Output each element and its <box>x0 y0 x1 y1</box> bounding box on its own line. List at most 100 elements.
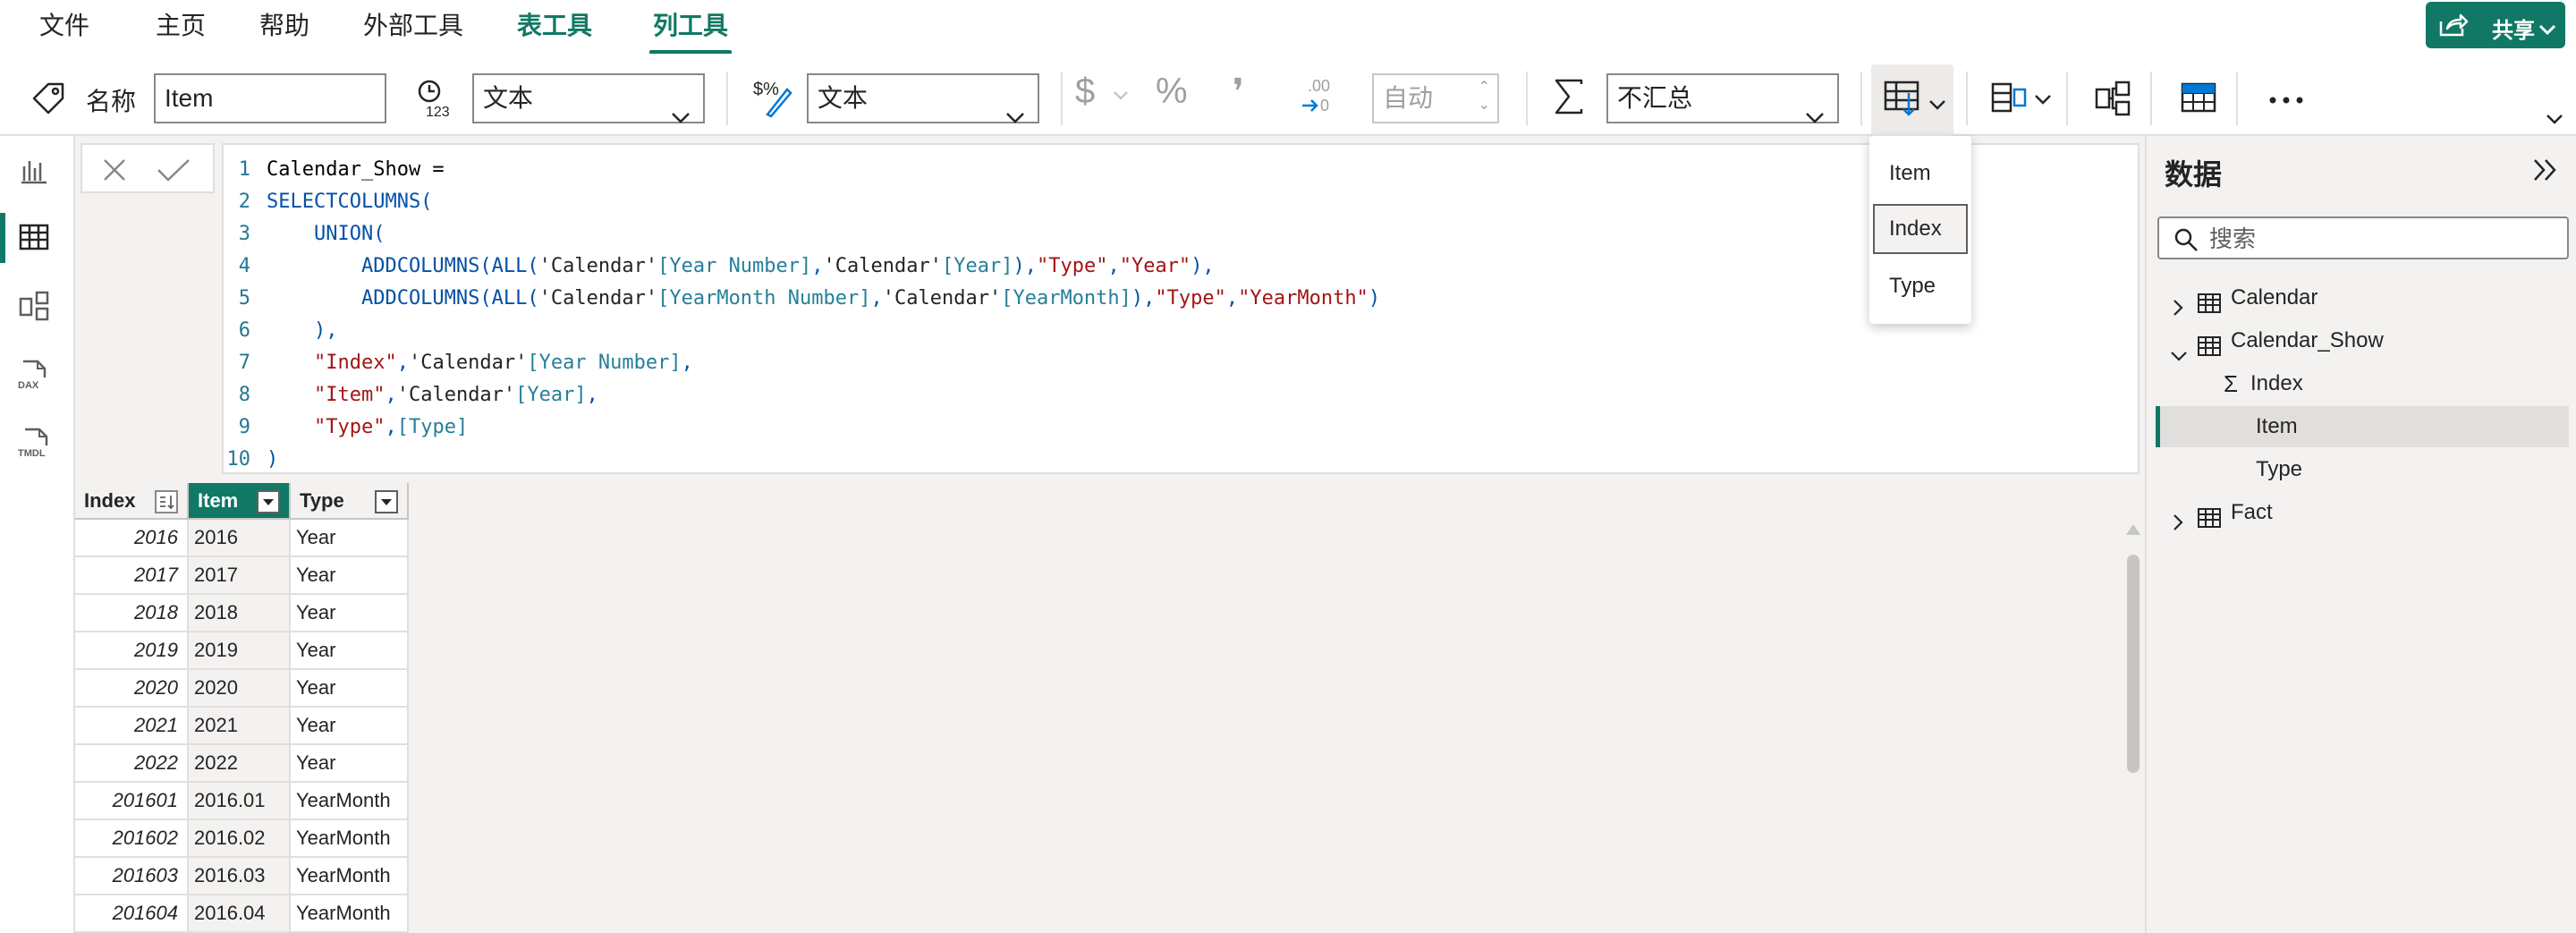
code-line: 10) <box>226 448 279 471</box>
summarization-select[interactable]: 不汇总 <box>1606 73 1839 123</box>
cell-index[interactable]: 2019 <box>75 632 189 670</box>
cell-item[interactable]: 2018 <box>188 594 291 632</box>
cell-item[interactable]: 2016 <box>188 519 291 557</box>
chevron-down-icon <box>671 93 691 140</box>
cell-index[interactable]: 201603 <box>75 857 189 895</box>
cell-item[interactable]: 2017 <box>188 556 291 595</box>
tree-table-calendar[interactable]: Calendar <box>2156 277 2569 318</box>
sort-option-index[interactable]: Index <box>1873 204 1968 254</box>
tree-label: Calendar_Show <box>2231 328 2384 352</box>
tab-column-tools[interactable]: 列工具 <box>648 11 733 55</box>
table-view-button[interactable] <box>0 204 75 272</box>
code-line: 3 UNION( <box>238 223 386 245</box>
comma-icon[interactable]: ❜ <box>1233 72 1244 113</box>
cell-index[interactable]: 2017 <box>75 556 189 595</box>
format-select[interactable]: 文本 <box>807 73 1039 123</box>
cell-type[interactable]: Year <box>290 707 409 745</box>
stepper-arrows-icon[interactable]: ⌃ ⌄ <box>1479 79 1490 115</box>
cancel-formula-icon[interactable] <box>102 157 127 182</box>
decimal-places-value: 自动 <box>1383 84 1434 112</box>
percent-icon[interactable]: % <box>1156 72 1188 112</box>
tree-table-calendar-show[interactable]: Calendar_Show <box>2156 320 2569 361</box>
scrollbar-thumb[interactable] <box>2127 555 2140 773</box>
sort-by-column-menu: Item Index Type <box>1869 136 1971 324</box>
tree-table-fact[interactable]: Fact <box>2156 492 2569 533</box>
ribbon-separator <box>2236 72 2238 125</box>
collapse-pane-icon[interactable] <box>2531 157 2560 187</box>
cell-index[interactable]: 2018 <box>75 594 189 632</box>
search-input[interactable] <box>2209 224 2549 254</box>
tree-field-index[interactable]: Σ Index <box>2156 363 2569 404</box>
cell-item[interactable]: 2016.03 <box>188 857 291 895</box>
cell-index[interactable]: 2021 <box>75 707 189 745</box>
name-label: 名称 <box>86 88 137 115</box>
cell-type[interactable]: Year <box>290 594 409 632</box>
cell-type[interactable]: Year <box>290 519 409 557</box>
tab-table-tools[interactable]: 表工具 <box>517 11 592 43</box>
tab-home[interactable]: 主页 <box>156 11 206 43</box>
cell-index[interactable]: 2022 <box>75 744 189 783</box>
cell-item[interactable]: 2020 <box>188 669 291 708</box>
cell-index[interactable]: 201602 <box>75 819 189 858</box>
cell-index[interactable]: 2020 <box>75 669 189 708</box>
sort-indicator-icon[interactable] <box>155 490 178 513</box>
tab-external-tools[interactable]: 外部工具 <box>363 11 463 43</box>
new-table-icon[interactable] <box>2181 82 2216 119</box>
decimal-places-icon[interactable]: .00 0 <box>1299 75 1340 121</box>
tab-help[interactable]: 帮助 <box>259 11 309 43</box>
code-line-7: "Index",'Calendar'[Year Number], <box>313 352 693 374</box>
column-name-input[interactable]: Item <box>154 73 386 123</box>
sort-by-column-button[interactable] <box>1871 64 1953 136</box>
tmdl-view-button[interactable]: TMDL <box>0 408 75 476</box>
code-line-5: ADDCOLUMNS(ALL('Calendar'[YearMonth Numb… <box>267 287 1381 310</box>
expand-ribbon-icon[interactable] <box>2546 113 2563 129</box>
column-header-item[interactable]: Item <box>188 483 291 520</box>
model-view-button[interactable] <box>0 272 75 340</box>
cell-type[interactable]: Year <box>290 632 409 670</box>
dax-code-editor[interactable]: 1 Calendar_Show = 2 SELECTCOLUMNS( 3 UNION… <box>222 143 2249 474</box>
cell-item[interactable]: 2019 <box>188 632 291 670</box>
decimal-places-stepper[interactable]: 自动 ⌃ ⌄ <box>1372 73 1499 123</box>
cell-type[interactable]: Year <box>290 744 409 783</box>
data-groups-icon[interactable] <box>1991 82 2027 119</box>
sort-option-item[interactable]: Item <box>1873 148 1968 199</box>
cell-type[interactable]: Year <box>290 669 409 708</box>
cell-item[interactable]: 2021 <box>188 707 291 745</box>
cell-item[interactable]: 2016.01 <box>188 782 291 820</box>
table-icon <box>19 224 49 250</box>
filter-dropdown-icon[interactable] <box>375 490 398 513</box>
cell-index[interactable]: 2016 <box>75 519 189 557</box>
more-options-icon[interactable] <box>2268 93 2304 109</box>
tree-field-type[interactable]: Type <box>2156 449 2569 490</box>
tree-field-item[interactable]: Item <box>2156 406 2569 447</box>
table-row: 2018 2018 Year <box>75 594 409 632</box>
commit-formula-icon[interactable] <box>156 157 191 182</box>
data-type-select[interactable]: 文本 <box>472 73 705 123</box>
cell-type[interactable]: YearMonth <box>290 857 409 895</box>
report-view-button[interactable] <box>0 136 75 204</box>
cell-item[interactable]: 2022 <box>188 744 291 783</box>
chevron-right-icon[interactable] <box>2172 505 2184 546</box>
cell-type[interactable]: YearMonth <box>290 819 409 858</box>
currency-icon[interactable]: $ <box>1075 72 1095 112</box>
cell-type[interactable]: Year <box>290 556 409 595</box>
tab-file[interactable]: 文件 <box>39 11 89 43</box>
column-header-type[interactable]: Type <box>290 483 409 520</box>
filter-dropdown-icon[interactable] <box>257 490 280 513</box>
manage-relationships-icon[interactable] <box>2095 81 2131 121</box>
scroll-up-icon[interactable] <box>2126 524 2140 535</box>
cell-item[interactable]: 2016.04 <box>188 895 291 933</box>
cell-index[interactable]: 201601 <box>75 782 189 820</box>
cell-item[interactable]: 2016.02 <box>188 819 291 858</box>
svg-text:.00: .00 <box>1308 77 1330 95</box>
sort-option-type[interactable]: Type <box>1873 261 1968 311</box>
cell-type[interactable]: YearMonth <box>290 895 409 933</box>
svg-text:TMDL: TMDL <box>18 448 46 458</box>
dax-query-view-button[interactable]: DAX <box>0 340 75 408</box>
cell-index[interactable]: 201604 <box>75 895 189 933</box>
cell-type[interactable]: YearMonth <box>290 782 409 820</box>
column-header-index[interactable]: Index <box>75 483 189 520</box>
share-button[interactable]: 共享 <box>2426 2 2565 48</box>
vertical-scrollbar[interactable] <box>2123 519 2141 930</box>
code-line-8: "Item",'Calendar'[Year], <box>313 384 598 406</box>
